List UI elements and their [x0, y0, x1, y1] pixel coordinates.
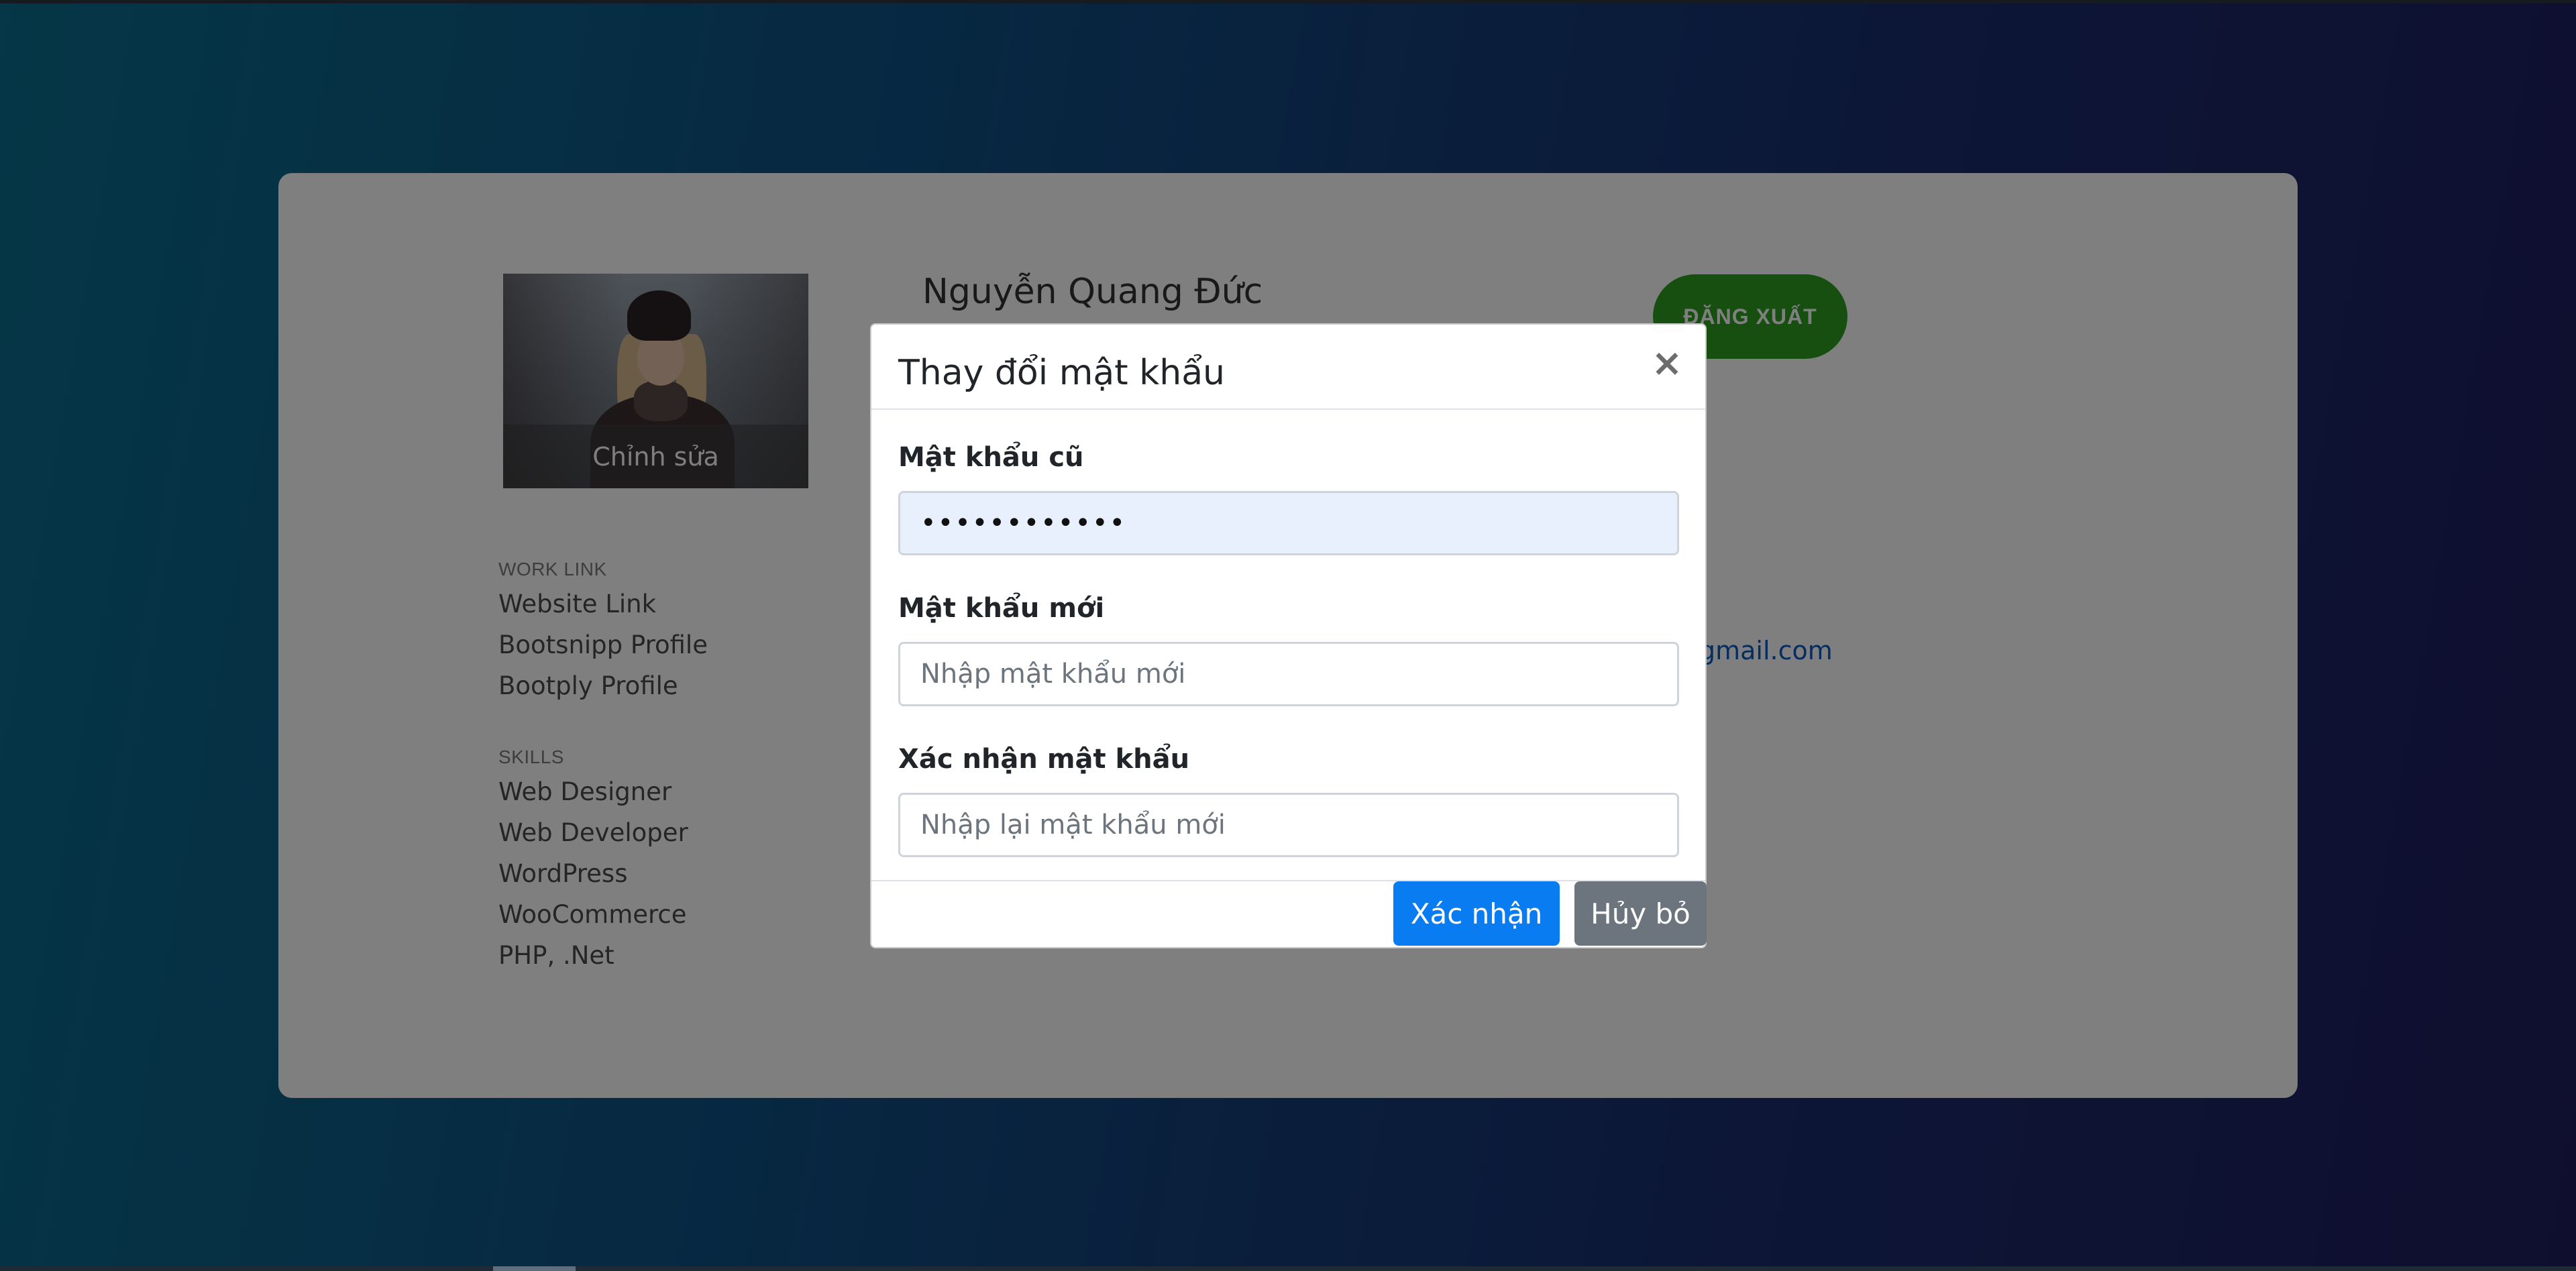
- confirm-password-field[interactable]: [898, 793, 1679, 857]
- cancel-button[interactable]: Hủy bỏ: [1574, 881, 1707, 946]
- new-password-label: Mật khẩu mới: [898, 593, 1105, 624]
- scrollbar-thumb[interactable]: [493, 1266, 576, 1271]
- modal-header: Thay đổi mật khẩu ×: [871, 325, 1705, 410]
- old-password-field[interactable]: [898, 491, 1679, 555]
- modal-title: Thay đổi mật khẩu: [898, 353, 1226, 393]
- close-icon[interactable]: ×: [1650, 345, 1684, 382]
- change-password-modal: Thay đổi mật khẩu × Mật khẩu cũ Mật khẩu…: [870, 323, 1707, 948]
- horizontal-scrollbar[interactable]: [0, 1266, 2576, 1271]
- confirm-button[interactable]: Xác nhận: [1393, 881, 1560, 946]
- old-password-label: Mật khẩu cũ: [898, 442, 1084, 473]
- confirm-password-label: Xác nhận mật khẩu: [898, 744, 1190, 775]
- modal-footer: Xác nhận Hủy bỏ: [871, 880, 1707, 947]
- new-password-field[interactable]: [898, 642, 1679, 706]
